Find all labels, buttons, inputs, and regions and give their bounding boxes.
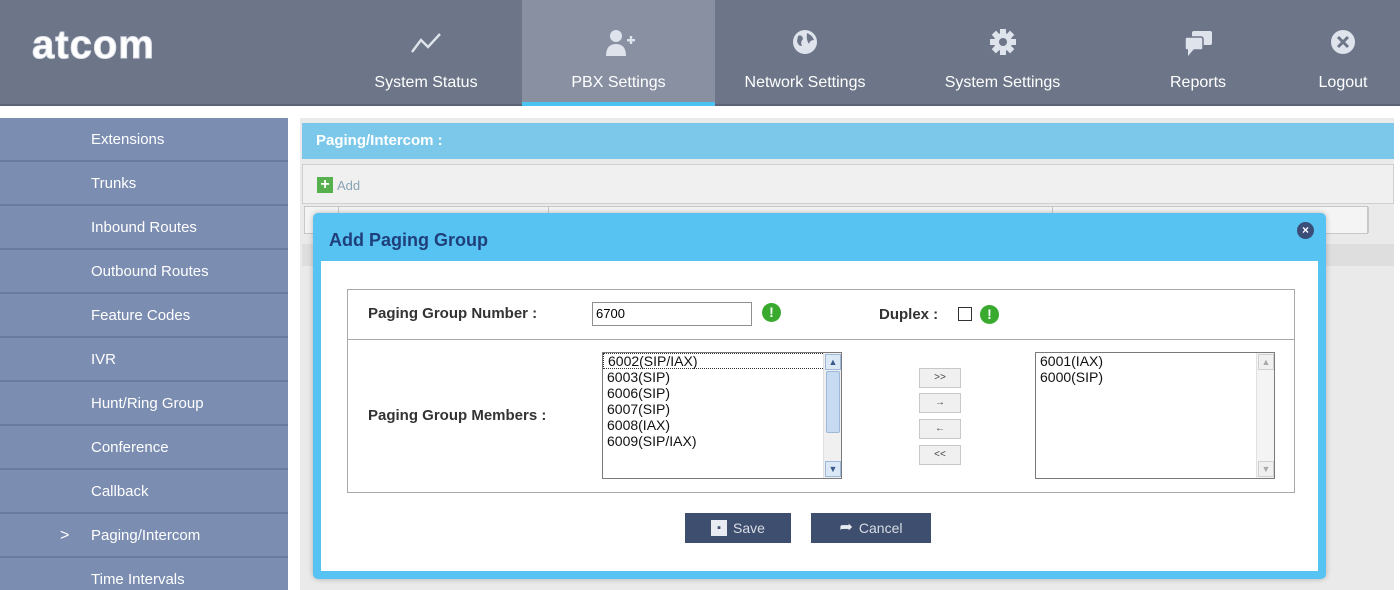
section-title: Paging/Intercom : <box>302 123 1394 159</box>
sidebar-item-conference[interactable]: Conference <box>0 426 288 470</box>
forward-arrow-icon: ➦ <box>839 519 853 536</box>
list-item[interactable]: 6003(SIP) <box>603 369 841 385</box>
atcom-logo: atcom <box>32 23 155 68</box>
list-item[interactable]: 6000(SIP) <box>1036 369 1274 385</box>
sidebar-item-label: IVR <box>91 351 117 368</box>
sidebar-item-label: Conference <box>91 439 169 456</box>
sidebar-item-paging-intercom[interactable]: > Paging/Intercom <box>0 514 288 558</box>
active-arrow-icon: > <box>60 527 70 544</box>
nav-reports[interactable]: Reports <box>1148 0 1248 106</box>
list-item[interactable]: 6006(SIP) <box>603 385 841 401</box>
plus-icon: + <box>317 177 333 193</box>
nav-system-status[interactable]: System Status <box>360 0 492 106</box>
nav-label: Logout <box>1318 74 1368 91</box>
group-number-input[interactable]: 6700 <box>592 302 752 326</box>
sidebar-item-label: Callback <box>91 483 149 500</box>
scroll-down-icon[interactable]: ▼ <box>825 461 841 477</box>
sidebar-item-label: Outbound Routes <box>91 263 209 280</box>
members-label: Paging Group Members : <box>368 407 547 424</box>
move-left-button[interactable]: ← <box>919 419 961 439</box>
list-scrollbar[interactable]: ▲ ▼ <box>823 353 841 478</box>
add-label: Add <box>337 177 361 193</box>
nav-label: Network Settings <box>744 74 866 91</box>
nav-label: System Status <box>374 74 478 91</box>
list-item[interactable]: 6002(SIP/IAX) <box>603 353 841 369</box>
cancel-button[interactable]: ➦ Cancel <box>811 513 931 543</box>
sidebar-item-trunks[interactable]: Trunks <box>0 162 288 206</box>
save-icon: ▪ <box>711 520 728 536</box>
info-icon: ! <box>980 305 999 324</box>
list-item[interactable]: 6007(SIP) <box>603 401 841 417</box>
sidebar: Extensions Trunks Inbound Routes Outboun… <box>0 118 288 590</box>
scroll-up-icon[interactable]: ▲ <box>825 354 841 370</box>
scroll-up-icon[interactable]: ▲ <box>1258 354 1274 370</box>
list-item[interactable]: 6001(IAX) <box>1036 353 1274 369</box>
nav-system-settings[interactable]: System Settings <box>925 0 1080 106</box>
globe-icon <box>793 30 817 54</box>
nav-label: System Settings <box>944 74 1061 91</box>
move-all-right-button[interactable]: >> <box>919 368 961 388</box>
sidebar-item-time-intervals[interactable]: Time Intervals <box>0 558 288 590</box>
sidebar-item-outbound-routes[interactable]: Outbound Routes <box>0 250 288 294</box>
save-button[interactable]: ▪ Save <box>685 513 791 543</box>
nav-label: Reports <box>1169 74 1227 91</box>
sidebar-item-inbound-routes[interactable]: Inbound Routes <box>0 206 288 250</box>
list-item[interactable]: 6008(IAX) <box>603 417 841 433</box>
chat-bubble-icon <box>1184 31 1212 56</box>
dialog-title: Add Paging Group <box>329 230 488 250</box>
gear-icon <box>989 29 1016 55</box>
form-row-number: Paging Group Number : 6700 ! Duplex : ! <box>348 290 1294 340</box>
scroll-thumb[interactable] <box>826 371 840 433</box>
sidebar-item-label: Extensions <box>91 131 165 148</box>
close-icon[interactable]: × <box>1297 222 1314 239</box>
available-members-list[interactable]: 6002(SIP/IAX) 6003(SIP) 6006(SIP) 6007(S… <box>602 352 842 479</box>
dialog-body: Paging Group Number : 6700 ! Duplex : ! … <box>321 261 1318 571</box>
sidebar-item-label: Hunt/Ring Group <box>91 395 204 412</box>
nav-network-settings[interactable]: Network Settings <box>730 0 880 106</box>
sidebar-item-label: Inbound Routes <box>91 219 197 236</box>
svg-text:atcom: atcom <box>32 23 155 67</box>
sidebar-item-label: Time Intervals <box>91 571 185 588</box>
add-paging-group-dialog: Add Paging Group × Paging Group Number :… <box>313 213 1326 579</box>
sidebar-item-ivr[interactable]: IVR <box>0 338 288 382</box>
selected-members-list[interactable]: 6001(IAX) 6000(SIP) ▲ ▼ <box>1035 352 1275 479</box>
nav-logout[interactable]: Logout <box>1300 0 1386 106</box>
cancel-label: Cancel <box>858 520 903 536</box>
paging-group-form: Paging Group Number : 6700 ! Duplex : ! … <box>347 289 1295 493</box>
user-add-icon <box>605 30 635 56</box>
toolbar: + Add <box>302 164 1394 204</box>
info-icon: ! <box>762 303 781 322</box>
list-item[interactable]: 6009(SIP/IAX) <box>603 433 841 449</box>
sidebar-item-hunt-ring-group[interactable]: Hunt/Ring Group <box>0 382 288 426</box>
sidebar-item-feature-codes[interactable]: Feature Codes <box>0 294 288 338</box>
sidebar-item-label: Feature Codes <box>91 307 191 324</box>
nav-pbx-settings[interactable]: PBX Settings <box>522 0 715 106</box>
top-navigation-bar: atcom System Status PBX Settings Network… <box>0 0 1400 106</box>
nav-label: PBX Settings <box>571 74 666 91</box>
duplex-checkbox[interactable] <box>958 307 972 321</box>
scroll-down-icon[interactable]: ▼ <box>1258 461 1274 477</box>
sidebar-item-callback[interactable]: Callback <box>0 470 288 514</box>
move-right-button[interactable]: → <box>919 393 961 413</box>
sidebar-item-label: Paging/Intercom <box>91 527 201 544</box>
sidebar-item-label: Trunks <box>91 175 137 192</box>
save-label: Save <box>733 520 765 536</box>
sidebar-item-extensions[interactable]: Extensions <box>0 118 288 162</box>
move-all-left-button[interactable]: << <box>919 445 961 465</box>
trend-line-icon <box>411 33 441 53</box>
close-circle-icon <box>1331 30 1355 54</box>
duplex-label: Duplex : <box>879 306 939 323</box>
list-scrollbar[interactable]: ▲ ▼ <box>1256 353 1274 478</box>
group-number-label: Paging Group Number : <box>368 305 538 322</box>
add-button[interactable]: + Add <box>317 177 360 193</box>
